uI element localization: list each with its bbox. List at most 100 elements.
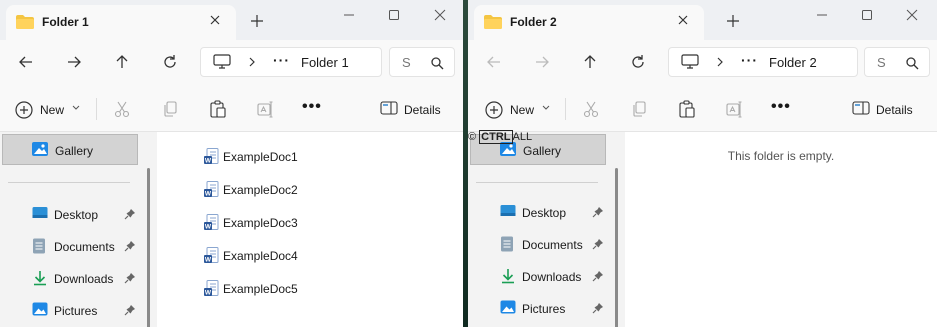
more-options-icon[interactable]: ••• (302, 98, 322, 116)
new-tab-icon[interactable] (248, 12, 266, 30)
navigation-pane: Gallery Desktop Documents Downloads Pict… (0, 132, 150, 327)
downloads-icon (34, 271, 46, 286)
maximize-icon[interactable] (858, 6, 876, 24)
up-arrow-icon[interactable] (580, 52, 600, 72)
title-bar: Folder 1 (0, 0, 463, 40)
sidebar-scrollbar[interactable] (147, 168, 150, 327)
address-bar[interactable]: ··· Folder 2 (668, 47, 858, 77)
documents-icon (33, 238, 45, 254)
sidebar-item-desktop[interactable]: Desktop (468, 200, 608, 224)
sidebar-item-label: Downloads (54, 272, 114, 286)
sidebar-item-gallery[interactable]: Gallery (2, 134, 138, 165)
folder-icon (16, 15, 34, 29)
rename-icon[interactable] (725, 99, 745, 119)
documents-icon (501, 236, 513, 252)
close-window-icon[interactable] (903, 6, 921, 24)
address-bar[interactable]: ··· Folder 1 (200, 47, 382, 77)
word-document-icon: W (204, 181, 219, 198)
paste-icon[interactable] (677, 99, 697, 119)
sidebar-item-documents[interactable]: Documents (0, 234, 140, 258)
word-document-icon: W (204, 247, 219, 264)
minimize-icon[interactable] (813, 6, 831, 24)
back-arrow-icon[interactable] (484, 52, 504, 72)
sidebar-item-downloads[interactable]: Downloads (468, 264, 608, 288)
copy-icon[interactable] (629, 99, 649, 119)
minimize-icon[interactable] (340, 6, 358, 24)
search-box[interactable]: S (389, 47, 455, 77)
command-bar: New ••• Details (468, 84, 937, 132)
watermark: © CTRL ALL (468, 130, 532, 144)
toolbar-divider (565, 98, 566, 120)
close-window-icon[interactable] (431, 6, 449, 24)
downloads-icon (502, 269, 514, 284)
up-arrow-icon[interactable] (112, 52, 132, 72)
refresh-icon[interactable] (160, 52, 180, 72)
sidebar-item-pictures[interactable]: Pictures (0, 298, 140, 322)
close-tab-icon[interactable] (674, 11, 692, 29)
cut-icon[interactable] (112, 99, 132, 119)
navigation-bar: ··· Folder 2 S (468, 40, 937, 84)
breadcrumb-current[interactable]: Folder 1 (301, 55, 349, 70)
new-button-label: New (40, 103, 65, 117)
details-label: Details (404, 103, 441, 117)
search-icon[interactable] (905, 56, 919, 70)
plus-circle-icon (485, 101, 503, 119)
search-icon[interactable] (430, 56, 444, 70)
rename-icon[interactable] (256, 99, 276, 119)
new-button[interactable]: New (484, 100, 550, 120)
refresh-icon[interactable] (628, 52, 648, 72)
maximize-icon[interactable] (385, 6, 403, 24)
svg-text:W: W (205, 257, 212, 264)
hidden-path-ellipsis-icon[interactable]: ··· (741, 52, 758, 68)
pin-icon[interactable] (124, 240, 136, 252)
sidebar-item-label: Gallery (523, 144, 562, 158)
sidebar-item-desktop[interactable]: Desktop (0, 202, 140, 226)
pin-icon[interactable] (124, 304, 136, 316)
pictures-icon (32, 302, 48, 316)
pin-icon[interactable] (592, 206, 604, 218)
pin-icon[interactable] (124, 272, 136, 284)
pin-icon[interactable] (592, 238, 604, 250)
new-tab-icon[interactable] (724, 12, 742, 30)
details-pane-button[interactable]: Details (852, 100, 913, 120)
cut-icon[interactable] (581, 99, 601, 119)
more-options-icon[interactable]: ••• (771, 98, 791, 116)
paste-icon[interactable] (208, 99, 228, 119)
chevron-down-icon (542, 105, 550, 110)
watermark-prefix: © (468, 131, 477, 143)
sidebar-item-documents[interactable]: Documents (468, 232, 608, 256)
breadcrumb-current[interactable]: Folder 2 (769, 55, 817, 70)
navigation-pane: Gallery Desktop Documents Downloads Pict… (468, 132, 618, 327)
search-input[interactable]: S (402, 55, 411, 70)
desktop-icon (32, 207, 48, 218)
details-pane-button[interactable]: Details (380, 100, 441, 120)
close-tab-icon[interactable] (206, 11, 224, 29)
search-box[interactable]: S (864, 47, 930, 77)
chevron-down-icon (72, 105, 80, 110)
sidebar-scrollbar[interactable] (615, 168, 618, 327)
toolbar-divider (96, 98, 97, 120)
chevron-right-icon[interactable] (247, 55, 257, 69)
sidebar-item-downloads[interactable]: Downloads (0, 266, 140, 290)
sidebar-item-label: Desktop (522, 206, 567, 220)
desktop-icon (500, 205, 516, 216)
sidebar-divider (476, 182, 598, 183)
back-arrow-icon[interactable] (16, 52, 36, 72)
hidden-path-ellipsis-icon[interactable]: ··· (273, 52, 290, 68)
new-button[interactable]: New (14, 100, 80, 120)
tab-folder-1[interactable]: Folder 1 (6, 5, 236, 40)
pin-icon[interactable] (592, 302, 604, 314)
watermark-suffix: ALL (512, 131, 533, 143)
file-name: ExampleDoc3 (223, 216, 298, 230)
sidebar-item-label: Downloads (522, 270, 582, 284)
search-input[interactable]: S (877, 55, 886, 70)
tab-title: Folder 1 (42, 15, 89, 29)
chevron-right-icon[interactable] (715, 55, 725, 69)
pin-icon[interactable] (592, 270, 604, 282)
copy-icon[interactable] (160, 99, 180, 119)
pin-icon[interactable] (124, 208, 136, 220)
tab-folder-2[interactable]: Folder 2 (474, 5, 704, 40)
forward-arrow-icon[interactable] (532, 52, 552, 72)
forward-arrow-icon[interactable] (64, 52, 84, 72)
sidebar-item-pictures[interactable]: Pictures (468, 296, 608, 320)
